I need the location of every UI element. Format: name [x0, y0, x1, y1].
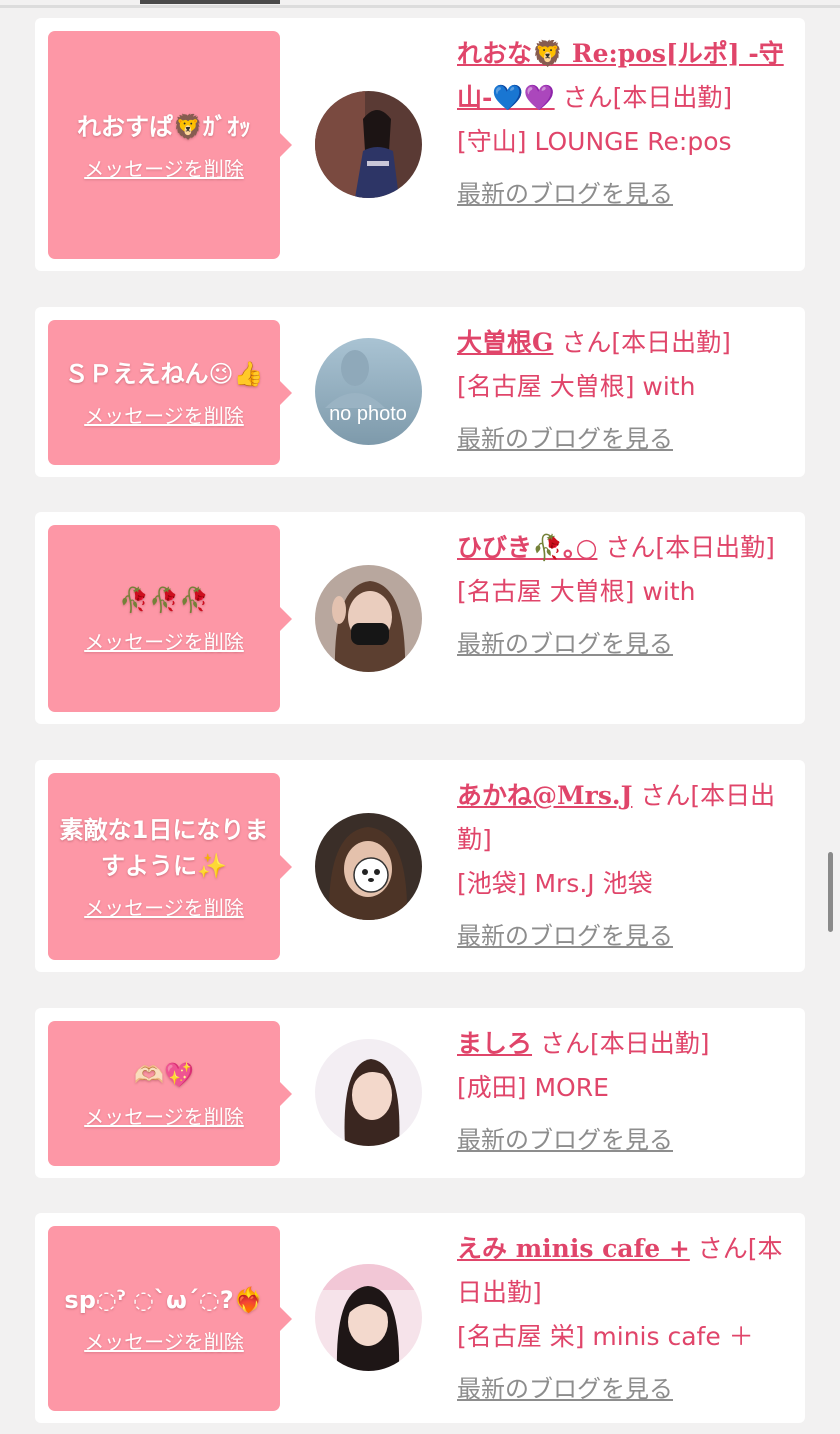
- list-item: 素敵な1日になりますように✨ メッセージを削除 あかね@Mrs.J さん[本日出…: [35, 760, 805, 972]
- vertical-scrollbar[interactable]: [828, 852, 833, 932]
- avatar-photo: [315, 91, 422, 198]
- latest-blog-link[interactable]: 最新のブログを見る: [457, 626, 787, 662]
- list-item: れおすぱ🦁ｶﾞｵｯ メッセージを削除 れおな🦁 Re:pos[ルポ] -守山-💙…: [35, 18, 805, 271]
- latest-blog-link[interactable]: 最新のブログを見る: [457, 176, 787, 212]
- latest-blog-link[interactable]: 最新のブログを見る: [457, 1371, 787, 1407]
- latest-blog-link[interactable]: 最新のブログを見る: [457, 918, 787, 954]
- latest-blog-link[interactable]: 最新のブログを見る: [457, 421, 787, 457]
- list-item: 🫶🏻💖 メッセージを削除 ましろ さん[本日出勤] [成田] MORE 最新のブ…: [35, 1008, 805, 1178]
- avatar-photo: [315, 565, 422, 672]
- entry-info: えみ minis cafe + さん[本日出勤] [名古屋 栄] minis c…: [457, 1227, 787, 1407]
- entry-info: あかね@Mrs.J さん[本日出勤] [池袋] Mrs.J 池袋 最新のブログを…: [457, 774, 787, 954]
- list-item: ＳＰええねん😉👍 メッセージを削除 no photo 大曽根G さん[本日出勤]: [35, 307, 805, 477]
- message-text: sp◌ˀ ◌`ω´◌?❤️‍🔥: [64, 1286, 264, 1314]
- no-photo-text: no photo: [329, 403, 407, 425]
- avatar[interactable]: [315, 1264, 422, 1371]
- message-text: ＳＰええねん😉👍: [64, 360, 264, 388]
- avatar-photo: [315, 1264, 422, 1371]
- delete-message-link[interactable]: メッセージを削除: [84, 626, 244, 655]
- avatar-photo: [315, 813, 422, 920]
- shop-name: [守山] LOUNGE Re:pos: [457, 127, 732, 156]
- latest-blog-link[interactable]: 最新のブログを見る: [457, 1122, 787, 1158]
- message-text: れおすぱ🦁ｶﾞｵｯ: [77, 112, 251, 141]
- cast-name-link[interactable]: ましろ: [457, 1029, 532, 1058]
- cast-name-link[interactable]: 大曽根G: [457, 328, 553, 357]
- cast-name-link[interactable]: えみ minis cafe +: [457, 1234, 690, 1263]
- delete-message-link[interactable]: メッセージを削除: [84, 1101, 244, 1130]
- cast-name-link[interactable]: ひびき🥀｡○: [457, 533, 597, 562]
- message-bubble: れおすぱ🦁ｶﾞｵｯ メッセージを削除: [48, 31, 292, 259]
- delete-message-link[interactable]: メッセージを削除: [84, 892, 244, 921]
- attendance-status: さん[本日出勤]: [605, 533, 775, 562]
- message-bubble: sp◌ˀ ◌`ω´◌?❤️‍🔥 メッセージを削除: [48, 1226, 292, 1411]
- attendance-status: さん[本日出勤]: [562, 83, 733, 112]
- avatar-photo: [315, 1039, 422, 1146]
- shop-name: [名古屋 大曽根] with: [457, 577, 696, 606]
- top-tab-bar: [0, 0, 840, 10]
- message-text: 🫶🏻💖: [134, 1061, 194, 1089]
- shop-name: [成田] MORE: [457, 1073, 609, 1102]
- message-text: 素敵な1日になりますように✨: [59, 816, 269, 880]
- attendance-status: さん[本日出勤]: [539, 1029, 710, 1058]
- avatar[interactable]: [315, 565, 422, 672]
- delete-message-link[interactable]: メッセージを削除: [84, 1326, 244, 1355]
- avatar[interactable]: [315, 1039, 422, 1146]
- avatar[interactable]: [315, 813, 422, 920]
- active-tab-indicator[interactable]: [140, 0, 280, 4]
- entry-info: れおな🦁 Re:pos[ルポ] -守山-💙💜 さん[本日出勤] [守山] LOU…: [457, 32, 787, 212]
- entry-info: ひびき🥀｡○ さん[本日出勤] [名古屋 大曽根] with 最新のブログを見る: [457, 526, 787, 662]
- message-bubble: 🥀🥀🥀 メッセージを削除: [48, 525, 292, 712]
- message-bubble: 素敵な1日になりますように✨ メッセージを削除: [48, 773, 292, 960]
- entry-info: 大曽根G さん[本日出勤] [名古屋 大曽根] with 最新のブログを見る: [457, 321, 787, 457]
- message-bubble: ＳＰええねん😉👍 メッセージを削除: [48, 320, 292, 465]
- shop-name: [池袋] Mrs.J 池袋: [457, 869, 653, 898]
- entry-info: ましろ さん[本日出勤] [成田] MORE 最新のブログを見る: [457, 1022, 787, 1158]
- shop-name: [名古屋 栄] minis cafe ＋: [457, 1322, 754, 1351]
- message-text: 🥀🥀🥀: [119, 586, 209, 614]
- list-item: 🥀🥀🥀 メッセージを削除 ひびき🥀｡○ さん[本日出勤] [名古屋 大曽根] w…: [35, 512, 805, 724]
- attendance-status: さん[本日出勤]: [561, 328, 731, 357]
- list-item: sp◌ˀ ◌`ω´◌?❤️‍🔥 メッセージを削除 えみ minis cafe +…: [35, 1213, 805, 1423]
- avatar[interactable]: no photo: [315, 338, 422, 445]
- delete-message-link[interactable]: メッセージを削除: [84, 153, 244, 182]
- delete-message-link[interactable]: メッセージを削除: [84, 400, 244, 429]
- no-photo-placeholder: no photo: [315, 338, 422, 445]
- tab-divider: [0, 5, 840, 8]
- message-bubble: 🫶🏻💖 メッセージを削除: [48, 1021, 292, 1166]
- cast-name-link[interactable]: あかね@Mrs.J: [457, 781, 632, 810]
- avatar[interactable]: [315, 91, 422, 198]
- shop-name: [名古屋 大曽根] with: [457, 372, 696, 401]
